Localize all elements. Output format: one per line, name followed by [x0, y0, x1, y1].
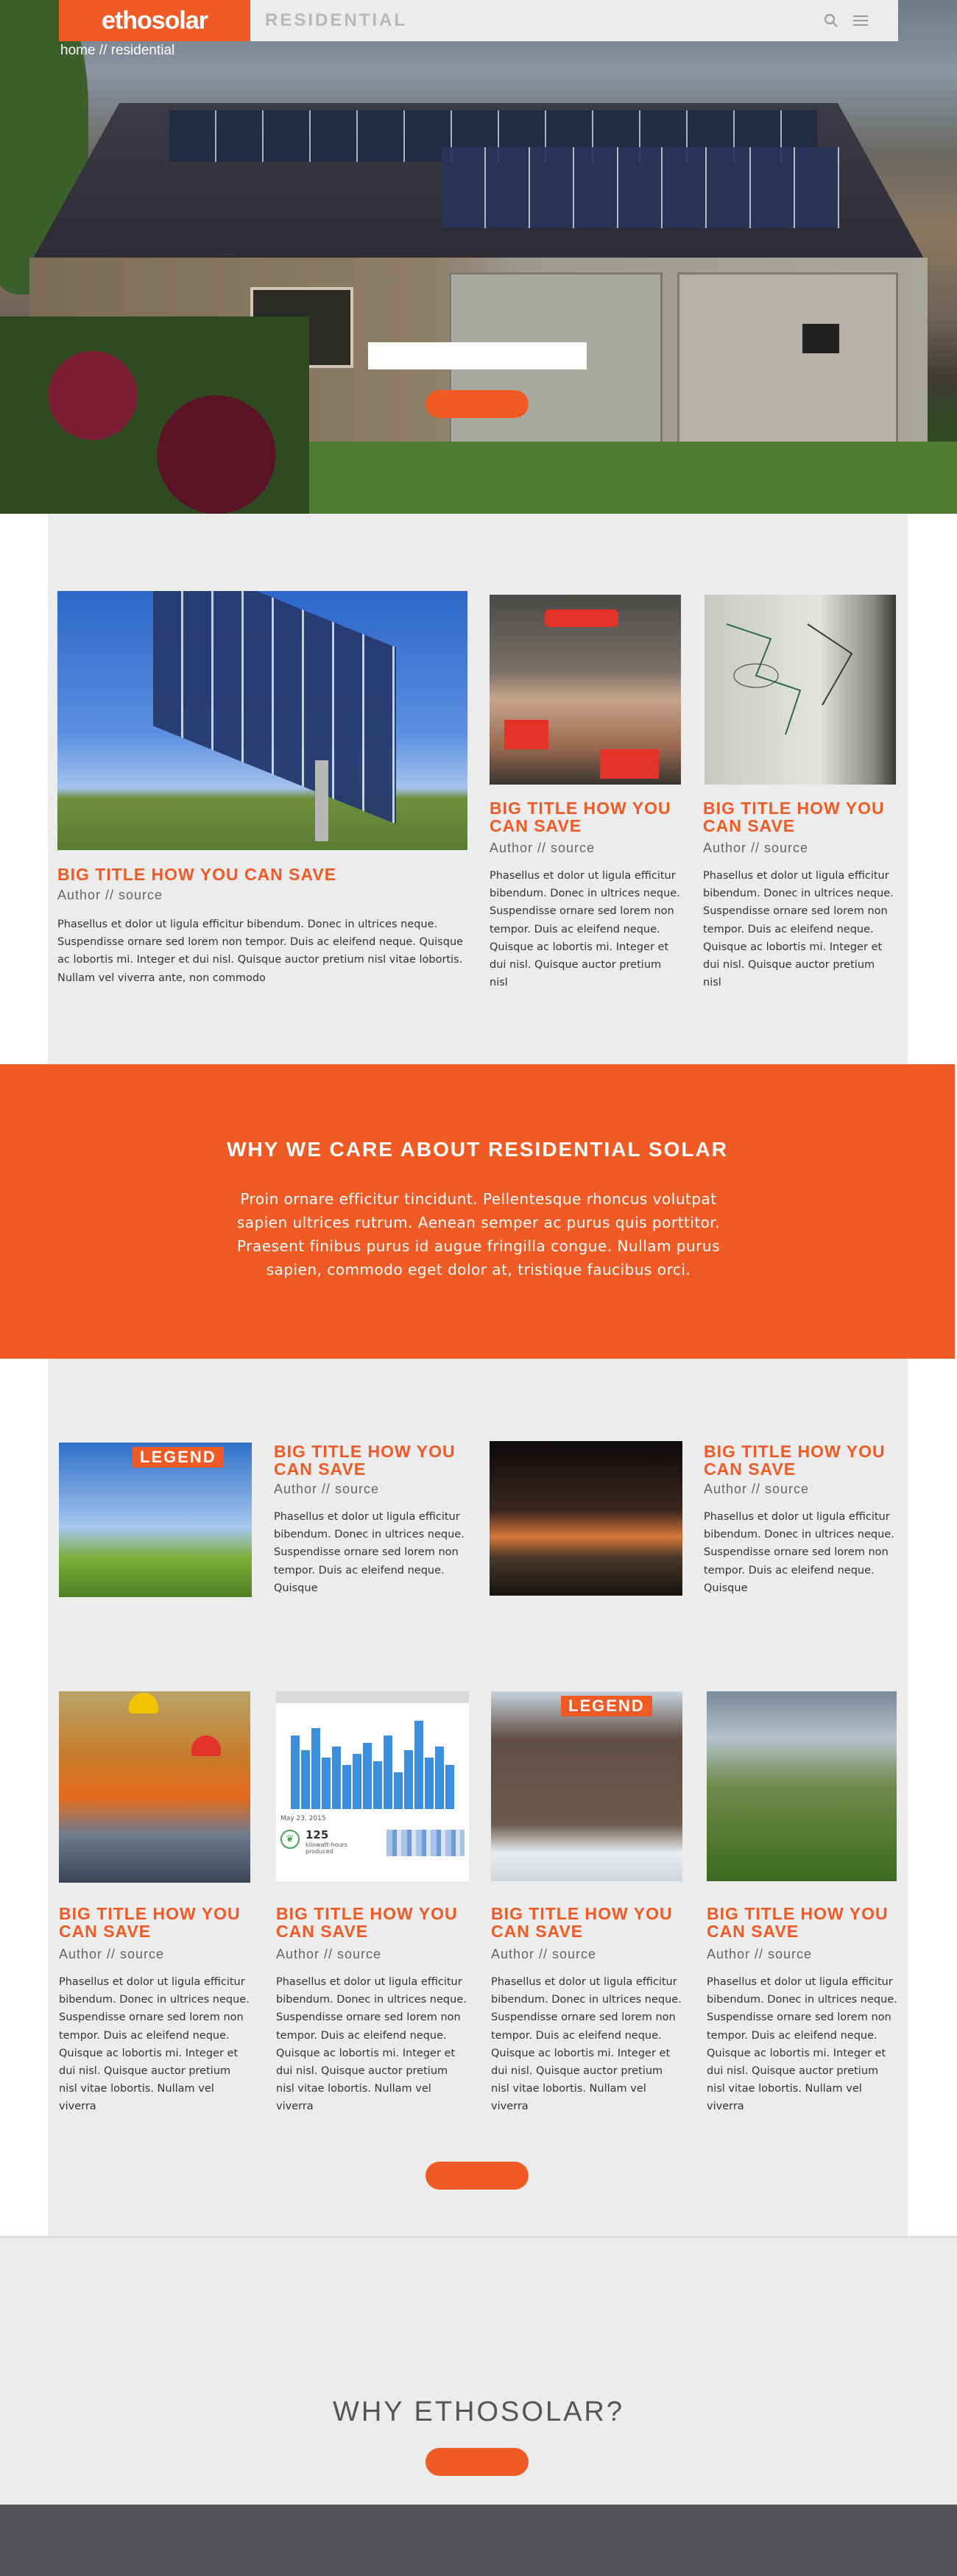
hero-cta-button[interactable] [425, 390, 529, 418]
hard-hat-graphic [129, 1693, 158, 1713]
footer [0, 2505, 957, 2576]
hero-barn-door [677, 272, 898, 449]
card-image-energy-chart[interactable]: May 23, 2015 ❦ 125 kilowatt-hours produc… [276, 1691, 469, 1881]
hard-hat-graphic [191, 1735, 221, 1756]
card-author: Author // source [490, 841, 596, 855]
card-image-whiteboard[interactable] [704, 595, 896, 785]
card-image-installers[interactable] [59, 1691, 250, 1883]
hero-window [802, 324, 839, 353]
logo[interactable]: ethosolar [59, 0, 250, 41]
section-title: RESIDENTIAL [265, 10, 408, 30]
card-author: Author // source [703, 841, 809, 855]
chart-stat-label: kilowatt-hours produced [306, 1841, 348, 1855]
hero-banner [0, 0, 957, 514]
featured-image-solar-array[interactable] [57, 591, 467, 850]
legend-tag: LEGEND [561, 1696, 652, 1716]
card-author: Author // source [707, 1947, 813, 1961]
solar-array-pole [315, 760, 328, 841]
chart-stat: 125 [306, 1828, 329, 1841]
card-body: Phasellus et dolor ut ligula efficitur b… [703, 870, 894, 989]
chart-header-bar [276, 1691, 469, 1703]
card-title[interactable]: BIG TITLE HOW YOU CAN SAVE [704, 1443, 897, 1478]
card-image-brick-house[interactable]: LEGEND [491, 1691, 682, 1881]
why-ethosolar-title: WHY ETHOSOLAR? [332, 2396, 625, 2427]
card-author: Author // source [59, 1947, 165, 1961]
card-body: Phasellus et dolor ut ligula efficitur b… [707, 1976, 897, 2113]
card-author: Author // source [704, 1482, 810, 1496]
featured-author: Author // source [57, 888, 163, 902]
wristband-graphic [600, 749, 659, 779]
card-title[interactable]: BIG TITLE HOW YOU CAN SAVE [274, 1443, 467, 1478]
card-title[interactable]: BIG TITLE HOW YOU CAN SAVE [703, 799, 896, 835]
card-title[interactable]: BIG TITLE HOW YOU CAN SAVE [491, 1905, 684, 1940]
featured-body: Phasellus et dolor ut ligula efficitur b… [57, 919, 464, 984]
load-more-button[interactable] [425, 2162, 529, 2190]
card-author: Author // source [491, 1947, 597, 1961]
card-title[interactable]: BIG TITLE HOW YOU CAN SAVE [490, 799, 682, 835]
card-image-family-corn[interactable] [707, 1691, 897, 1881]
hero-grass [309, 442, 957, 514]
hero-title-bar [368, 342, 587, 369]
card-body: Phasellus et dolor ut ligula efficitur b… [490, 870, 680, 989]
leaf-icon: ❦ [280, 1830, 300, 1849]
chart-heatmap-graphic [386, 1830, 465, 1856]
card-body: Phasellus et dolor ut ligula efficitur b… [704, 1511, 894, 1594]
solar-array-graphic [153, 591, 396, 824]
top-navbar: ethosolar RESIDENTIAL [59, 0, 898, 41]
energy-bar-chart-graphic [291, 1721, 454, 1809]
chart-date: May 23, 2015 [280, 1815, 326, 1822]
hero-solar-panels-lower [442, 147, 839, 228]
featured-title[interactable]: BIG TITLE HOW YOU CAN SAVE [57, 866, 467, 883]
why-we-care-section: WHY WE CARE ABOUT RESIDENTIAL SOLAR Proi… [0, 1064, 955, 1359]
legend-tag: LEGEND [133, 1447, 224, 1468]
card-body: Phasellus et dolor ut ligula efficitur b… [274, 1511, 465, 1594]
card-author: Author // source [274, 1482, 380, 1496]
card-title[interactable]: BIG TITLE HOW YOU CAN SAVE [276, 1905, 469, 1940]
headband-graphic [545, 609, 618, 627]
card-title[interactable]: BIG TITLE HOW YOU CAN SAVE [59, 1905, 252, 1940]
hamburger-menu-icon[interactable] [852, 13, 869, 28]
card-image-kids-field[interactable]: LEGEND [59, 1443, 252, 1597]
card-body: Phasellus et dolor ut ligula efficitur b… [59, 1976, 250, 2113]
breadcrumb[interactable]: home // residential [60, 43, 174, 59]
hero-flowers [0, 316, 309, 514]
card-image-headband-man[interactable] [490, 595, 681, 785]
card-body: Phasellus et dolor ut ligula efficitur b… [276, 1976, 467, 2113]
wristband-graphic [504, 720, 548, 749]
search-icon[interactable] [823, 13, 839, 29]
why-we-care-title: WHY WE CARE ABOUT RESIDENTIAL SOLAR [227, 1138, 728, 1161]
card-image-sunset-family[interactable] [490, 1441, 682, 1596]
card-author: Author // source [276, 1947, 382, 1961]
card-body: Phasellus et dolor ut ligula efficitur b… [491, 1976, 682, 2113]
card-title[interactable]: BIG TITLE HOW YOU CAN SAVE [707, 1905, 900, 1940]
why-ethosolar-button[interactable] [425, 2448, 529, 2476]
whiteboard-sketch [726, 623, 853, 735]
why-ethosolar-section: WHY ETHOSOLAR? [0, 2236, 957, 2505]
why-we-care-body: Proin ornare efficitur tincidunt. Pellen… [236, 1190, 721, 1278]
